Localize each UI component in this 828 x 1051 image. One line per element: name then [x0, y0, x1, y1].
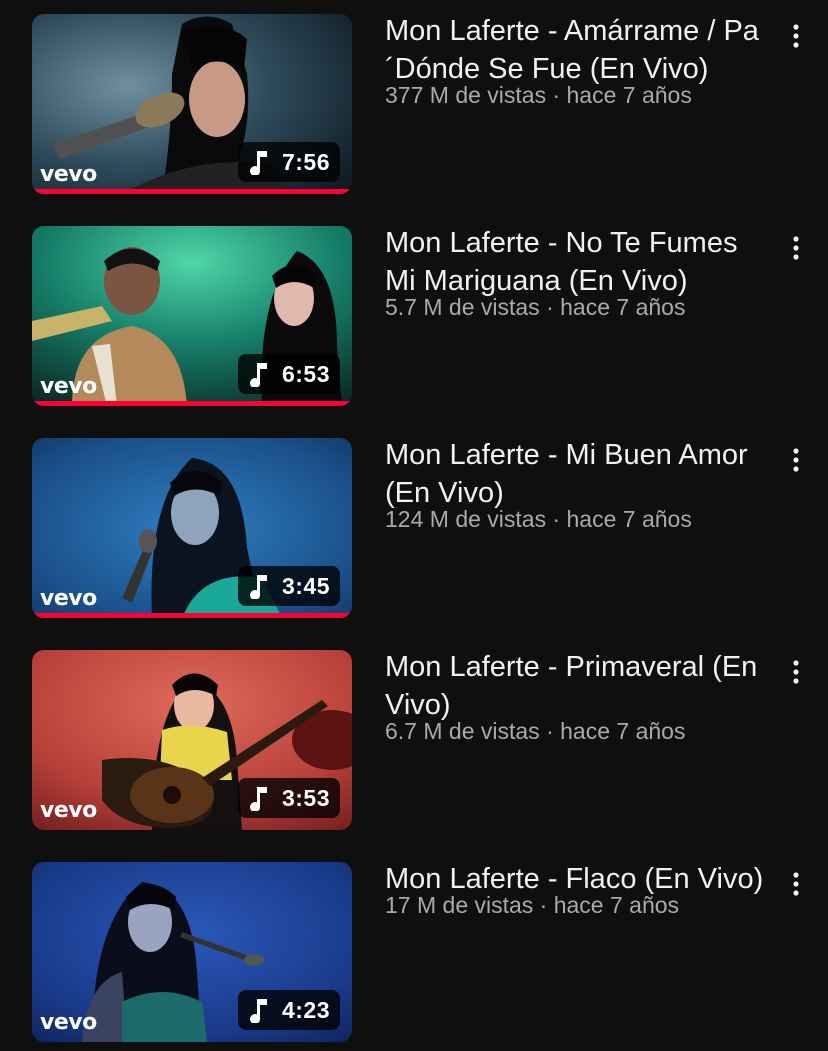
more-vertical-icon	[793, 448, 799, 472]
duration-badge: 4:23	[237, 990, 340, 1030]
video-meta: 377 M de vistas · hace 7 años	[385, 82, 692, 108]
video-item[interactable]: vevo 3:53 Mon Laferte - Primaveral (En V…	[0, 650, 828, 836]
more-options-button[interactable]	[784, 654, 808, 690]
video-info[interactable]: Mon Laferte - No Te Fumes Mi Mariguana (…	[385, 226, 775, 322]
more-options-button[interactable]	[784, 18, 808, 54]
watched-progress-bar	[32, 401, 352, 406]
video-thumbnail[interactable]: vevo 6:53	[32, 226, 352, 406]
duration-text: 3:45	[281, 572, 330, 599]
video-title[interactable]: Mon Laferte - Amárrame / Pa´Dónde Se Fue…	[385, 12, 775, 88]
vevo-logo: vevo	[40, 586, 97, 611]
video-info[interactable]: Mon Laferte - Amárrame / Pa´Dónde Se Fue…	[385, 14, 775, 110]
video-info[interactable]: Mon Laferte - Primaveral (En Vivo) 6.7 M…	[385, 650, 775, 746]
music-note-icon	[250, 999, 267, 1023]
video-title[interactable]: Mon Laferte - Mi Buen Amor (En Vivo)	[385, 436, 775, 512]
video-thumbnail[interactable]: vevo 3:45	[32, 438, 352, 618]
more-vertical-icon	[793, 872, 799, 896]
more-options-button[interactable]	[784, 866, 808, 902]
video-meta: 5.7 M de vistas · hace 7 años	[385, 294, 686, 320]
video-item[interactable]: vevo 3:45 Mon Laferte - Mi Buen Amor (En…	[0, 438, 828, 624]
video-thumbnail[interactable]: vevo 3:53	[32, 650, 352, 830]
music-note-icon	[250, 787, 267, 811]
watched-progress-bar	[32, 613, 352, 618]
video-info[interactable]: Mon Laferte - Flaco (En Vivo) 17 M de vi…	[385, 862, 775, 920]
video-meta: 124 M de vistas · hace 7 años	[385, 506, 692, 532]
duration-text: 7:56	[281, 148, 330, 175]
video-list: vevo 7:56 Mon Laferte - Amárrame / Pa´Dó…	[0, 0, 828, 1051]
duration-text: 3:53	[281, 784, 330, 811]
vevo-logo: vevo	[40, 374, 97, 399]
duration-badge: 3:45	[237, 566, 340, 606]
more-vertical-icon	[793, 660, 799, 684]
video-info[interactable]: Mon Laferte - Mi Buen Amor (En Vivo) 124…	[385, 438, 775, 534]
watched-progress-bar	[32, 189, 352, 194]
video-thumbnail[interactable]: vevo 4:23	[32, 862, 352, 1042]
music-note-icon	[250, 575, 267, 599]
duration-text: 4:23	[281, 996, 330, 1023]
video-item[interactable]: vevo 7:56 Mon Laferte - Amárrame / Pa´Dó…	[0, 14, 828, 200]
video-item[interactable]: vevo 4:23 Mon Laferte - Flaco (En Vivo) …	[0, 862, 828, 1048]
music-note-icon	[250, 151, 267, 175]
more-vertical-icon	[793, 24, 799, 48]
video-meta: 6.7 M de vistas · hace 7 años	[385, 718, 686, 744]
duration-badge: 3:53	[237, 778, 340, 818]
video-thumbnail[interactable]: vevo 7:56	[32, 14, 352, 194]
more-options-button[interactable]	[784, 230, 808, 266]
duration-text: 6:53	[281, 360, 330, 387]
video-item[interactable]: vevo 6:53 Mon Laferte - No Te Fumes Mi M…	[0, 226, 828, 412]
vevo-logo: vevo	[40, 1010, 97, 1035]
duration-badge: 6:53	[237, 354, 340, 394]
duration-badge: 7:56	[237, 142, 340, 182]
vevo-logo: vevo	[40, 162, 97, 187]
video-title[interactable]: Mon Laferte - Primaveral (En Vivo)	[385, 648, 775, 724]
music-note-icon	[250, 363, 267, 387]
vevo-logo: vevo	[40, 798, 97, 823]
video-title[interactable]: Mon Laferte - No Te Fumes Mi Mariguana (…	[385, 224, 775, 300]
more-options-button[interactable]	[784, 442, 808, 478]
more-vertical-icon	[793, 236, 799, 260]
